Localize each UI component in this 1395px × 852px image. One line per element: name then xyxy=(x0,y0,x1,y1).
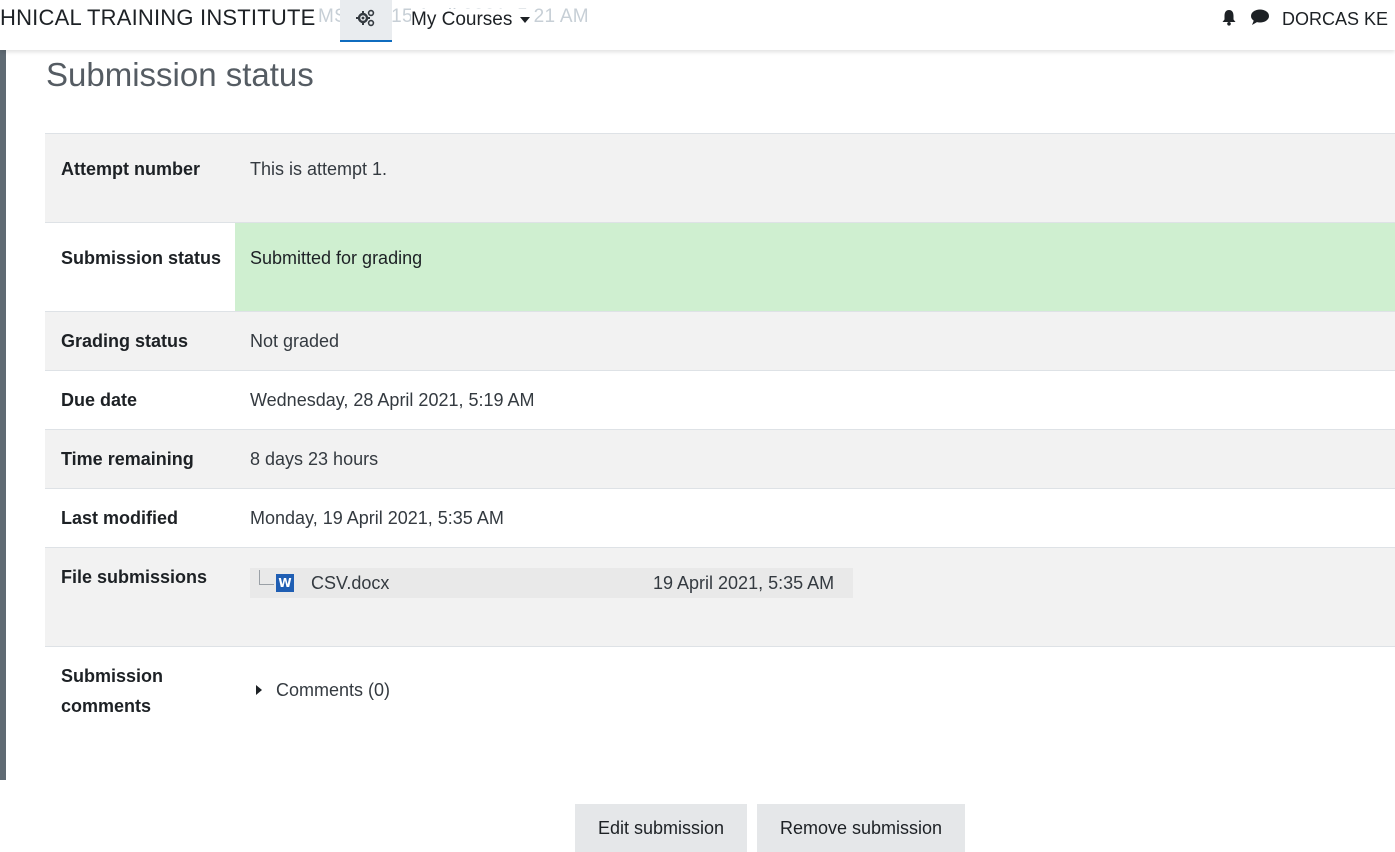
row-label: Last modified xyxy=(61,508,179,528)
table-row: File submissions W CSV.docx 19 April 202… xyxy=(45,547,1395,647)
file-date: 19 April 2021, 5:35 AM xyxy=(653,573,835,593)
site-brand[interactable]: HNICAL TRAINING INSTITUTE xyxy=(0,5,315,31)
row-label: Submission comments xyxy=(61,666,164,716)
table-row: Attempt number This is attempt 1. xyxy=(45,133,1395,223)
gears-icon xyxy=(356,9,376,32)
user-nav: DORCAS KE xyxy=(1220,8,1388,31)
table-row: Submission comments Comments (0) xyxy=(45,646,1395,747)
row-label: Due date xyxy=(61,390,138,410)
caret-down-icon xyxy=(520,17,531,23)
my-courses-dropdown[interactable]: My Courses xyxy=(411,9,535,31)
user-menu[interactable]: DORCAS KE xyxy=(1282,9,1388,30)
tree-connector xyxy=(259,569,274,585)
row-label: Submission status xyxy=(61,248,222,268)
table-row: Submission status Submitted for grading xyxy=(45,222,1395,312)
row-label: Grading status xyxy=(61,331,189,351)
submission-status-table: Attempt number This is attempt 1. Submis… xyxy=(45,133,1395,747)
row-value: Not graded xyxy=(250,331,340,351)
remove-submission-button[interactable]: Remove submission xyxy=(757,804,965,852)
comments-cell: Comments (0) xyxy=(235,647,1395,747)
table-row: Due date Wednesday, 28 April 2021, 5:19 … xyxy=(45,370,1395,430)
row-value: Wednesday, 28 April 2021, 5:19 AM xyxy=(250,390,535,410)
comments-toggle[interactable]: Comments (0) xyxy=(256,675,1395,705)
table-row: Grading status Not graded xyxy=(45,311,1395,371)
settings-menu-button[interactable] xyxy=(340,0,392,42)
comments-label: Comments (0) xyxy=(276,680,391,700)
row-label: File submissions xyxy=(61,567,208,587)
chat-bubble-icon[interactable] xyxy=(1250,8,1270,31)
file-submissions-cell: W CSV.docx 19 April 2021, 5:35 AM xyxy=(235,548,1395,647)
row-label: Attempt number xyxy=(61,159,200,179)
submission-status-value: Submitted for grading xyxy=(235,222,1395,312)
file-link[interactable]: CSV.docx xyxy=(311,568,389,598)
my-courses-label: My Courses xyxy=(411,9,513,30)
table-row: Time remaining 8 days 23 hours xyxy=(45,429,1395,489)
file-entry: W CSV.docx 19 April 2021, 5:35 AM xyxy=(250,568,853,598)
edit-submission-button[interactable]: Edit submission xyxy=(575,804,747,852)
row-value: This is attempt 1. xyxy=(250,159,388,179)
left-border xyxy=(0,50,6,780)
row-value: Monday, 19 April 2021, 5:35 AM xyxy=(250,508,504,528)
caret-right-icon xyxy=(256,685,262,695)
row-label: Time remaining xyxy=(61,449,194,469)
row-value: 8 days 23 hours xyxy=(250,449,379,469)
table-row: Last modified Monday, 19 April 2021, 5:3… xyxy=(45,488,1395,548)
page-title: Submission status xyxy=(46,56,314,93)
bell-icon[interactable] xyxy=(1220,8,1238,31)
word-doc-icon: W xyxy=(276,574,294,592)
top-navbar: MS n 1. 15 April 2021, 5:21 AM HNICAL TR… xyxy=(0,0,1395,50)
